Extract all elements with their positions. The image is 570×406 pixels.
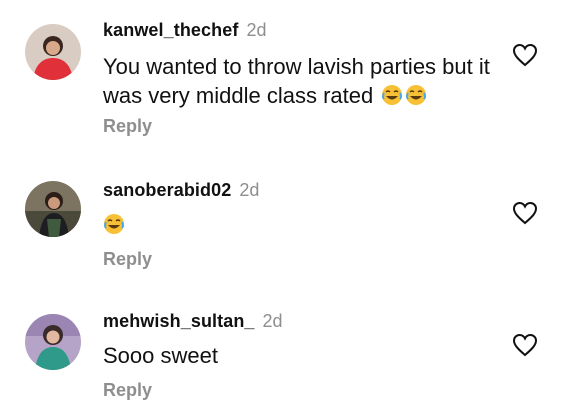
avatar[interactable] [25,24,81,80]
comment-body: Sooo sweet [103,343,218,368]
comment-text: Sooo sweet [103,341,503,370]
comment-text [103,210,503,239]
timestamp: 2d [246,20,267,40]
avatar[interactable] [25,181,81,237]
heart-outline-icon[interactable] [512,43,538,67]
timestamp: 2d [262,311,283,331]
avatar[interactable] [25,314,81,370]
username[interactable]: kanwel_thechef [103,20,238,41]
comment-body: You wanted to throw lavish parties but i… [103,54,490,108]
username[interactable]: mehwish_sultan_ [103,311,255,332]
joy-emoji [381,84,403,106]
reply-button[interactable]: Reply [103,116,152,137]
joy-emoji [405,84,427,106]
heart-outline-icon[interactable] [512,201,538,225]
timestamp: 2d [239,180,260,200]
reply-button[interactable]: Reply [103,380,152,401]
username[interactable]: sanoberabid02 [103,180,231,201]
comment-text: You wanted to throw lavish parties but i… [103,52,503,110]
reply-button[interactable]: Reply [103,249,152,270]
joy-emoji [103,213,125,235]
heart-outline-icon[interactable] [512,333,538,357]
